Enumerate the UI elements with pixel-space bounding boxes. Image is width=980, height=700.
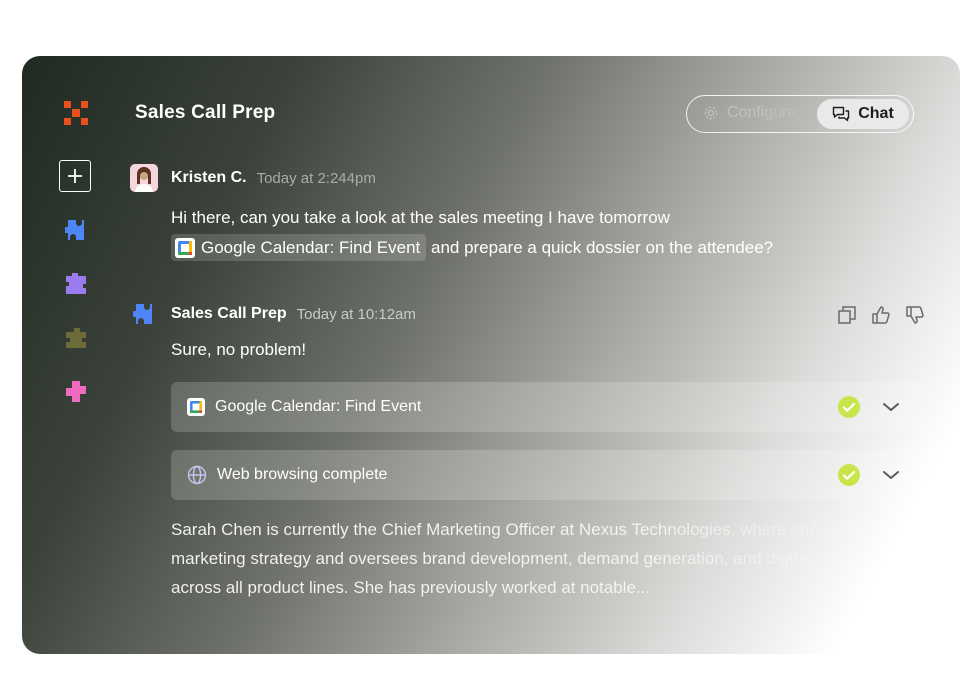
- message-text: Hi there, can you take a look at the sal…: [171, 208, 670, 227]
- check-icon: [838, 396, 860, 418]
- message-text: and prepare a quick dossier on the atten…: [430, 238, 774, 257]
- sender-name: Kristen C.: [171, 169, 247, 186]
- tool-result-label: Google Calendar: Find Event: [215, 398, 422, 415]
- avatar: [130, 164, 158, 192]
- tool-result-label: Web browsing complete: [217, 466, 388, 483]
- tool-chip-label: Google Calendar: Find Event: [201, 237, 421, 257]
- tab-configure[interactable]: Configure: [703, 104, 796, 122]
- puzzle-icon[interactable]: [62, 324, 90, 352]
- message-actions: [837, 305, 925, 325]
- globe-icon: [187, 465, 207, 485]
- chevron-down-icon[interactable]: [882, 467, 900, 483]
- message-time: Today at 10:12am: [296, 305, 416, 323]
- logo-icon: [64, 101, 88, 125]
- puzzle-icon[interactable]: [62, 216, 90, 244]
- sender-name: Sales Call Prep: [171, 305, 287, 322]
- tool-result-row[interactable]: Google Calendar: Find Event: [171, 382, 922, 432]
- puzzle-icon[interactable]: [62, 378, 90, 406]
- new-chat-button[interactable]: [59, 160, 91, 192]
- message-header: Kristen C. Today at 2:244pm: [130, 164, 376, 192]
- user-message: Hi there, can you take a look at the sal…: [171, 203, 871, 263]
- thumbs-up-icon[interactable]: [871, 305, 891, 325]
- bot-greeting: Sure, no problem!: [171, 340, 307, 359]
- plus-icon: [68, 169, 82, 183]
- message-header: Sales Call Prep Today at 10:12am: [130, 300, 416, 328]
- tool-chip[interactable]: Google Calendar: Find Event: [171, 234, 427, 262]
- tab-chat[interactable]: Chat: [817, 99, 909, 129]
- tab-configure-label: Configure: [727, 104, 797, 121]
- thumbs-down-icon[interactable]: [905, 305, 925, 325]
- chat-panel: Sales Call Prep Configure Chat Kristen C…: [22, 56, 960, 654]
- puzzle-icon[interactable]: [62, 270, 90, 298]
- copy-icon[interactable]: [837, 305, 857, 325]
- puzzle-icon: [133, 304, 152, 324]
- message-time: Today at 2:244pm: [256, 169, 376, 187]
- tool-result-row[interactable]: Web browsing complete: [171, 450, 922, 500]
- settings-icon: [704, 106, 718, 120]
- check-icon: [838, 464, 860, 486]
- calendar-icon: [187, 398, 205, 416]
- tab-chat-label: Chat: [858, 105, 894, 122]
- bot-summary-text: Sarah Chen is currently the Chief Market…: [171, 515, 931, 602]
- chat-icon: [833, 106, 850, 122]
- chevron-down-icon[interactable]: [882, 399, 900, 415]
- calendar-icon: [175, 237, 195, 258]
- page-title: Sales Call Prep: [135, 102, 276, 123]
- mode-toggle: Configure Chat: [686, 95, 914, 133]
